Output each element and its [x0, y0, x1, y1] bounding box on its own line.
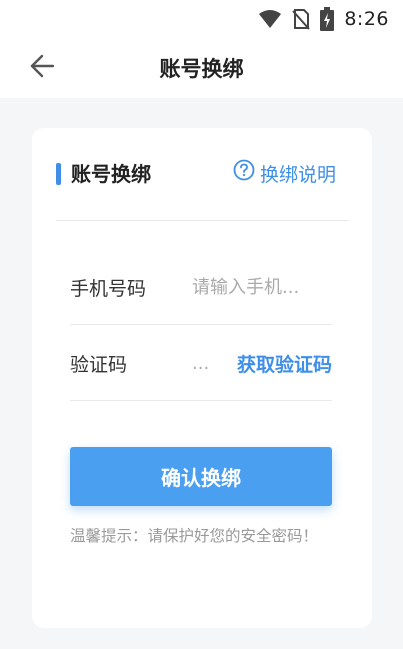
tip-text: 温馨提示：请保护好您的安全密码！	[70, 527, 319, 545]
status-bar: 8:26	[0, 0, 403, 38]
code-label: 验证码	[70, 353, 128, 376]
divider	[56, 220, 348, 221]
card-title: 账号换绑	[71, 162, 151, 186]
status-time: 8:26	[344, 8, 389, 30]
code-row: 验证码 获取验证码	[70, 325, 332, 401]
confirm-rebind-button[interactable]: 确认换绑	[70, 447, 332, 506]
battery-icon	[320, 7, 335, 31]
arrow-left-icon	[29, 54, 55, 82]
back-button[interactable]	[22, 50, 62, 86]
get-code-button[interactable]: 获取验证码	[237, 325, 332, 401]
phone-row: 手机号码	[70, 249, 332, 325]
wifi-icon	[258, 9, 282, 29]
question-circle-icon	[233, 159, 255, 190]
title-accent-bar	[56, 163, 61, 185]
phone-label: 手机号码	[70, 277, 147, 300]
rebind-instructions-label: 换绑说明	[259, 163, 336, 186]
phone-input[interactable]	[192, 269, 332, 305]
app-bar: 账号换绑	[0, 38, 403, 98]
rebind-instructions-link[interactable]: 换绑说明	[233, 159, 336, 190]
verification-code-input[interactable]	[192, 345, 222, 381]
no-sim-icon	[292, 8, 311, 30]
rebind-card: 账号换绑 换绑说明 手机号码 验证码 获取验证码 确认换绑 温馨提示：请保护好您…	[32, 128, 372, 628]
card-header: 账号换绑 换绑说明	[32, 128, 372, 220]
